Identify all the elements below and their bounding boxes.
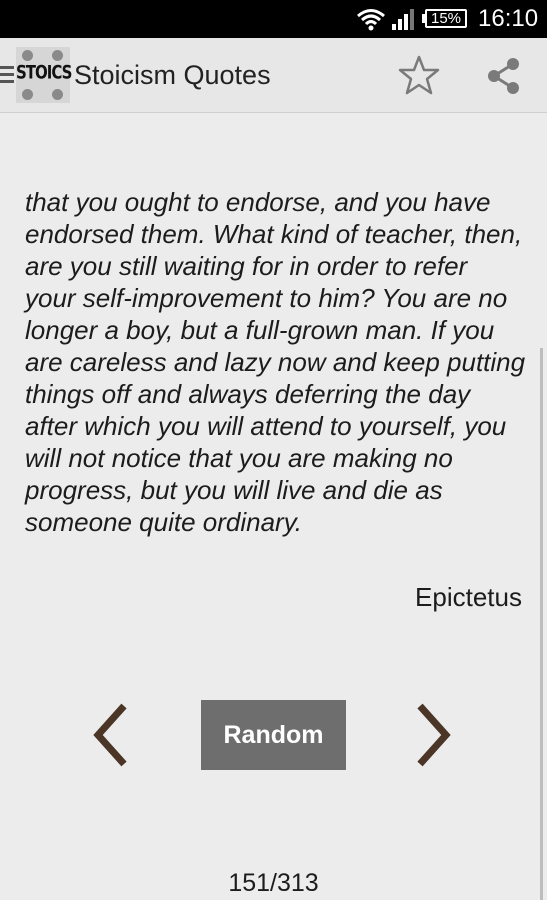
quote-text: that you ought to endorse, and you have … [25, 186, 530, 538]
quote-line: are you still waiting for in order to re… [25, 251, 468, 281]
logo-face [52, 50, 63, 61]
share-icon[interactable] [486, 57, 522, 95]
random-button[interactable]: Random [201, 700, 346, 770]
status-bar: 15% 16:10 [0, 0, 547, 38]
quote-line: are careless and lazy now and keep putti… [25, 347, 526, 377]
quote-line: your self-improvement to him? You are no [25, 283, 508, 313]
battery-icon: 15% [425, 9, 467, 28]
quote-line: after which you will attend to yourself,… [25, 411, 507, 441]
quote-line: longer a boy, but a full-grown man. If y… [25, 315, 495, 345]
quote-line: someone quite ordinary. [25, 507, 303, 537]
quote-line: things off and always deferring the day [25, 379, 471, 409]
star-icon[interactable] [398, 55, 440, 95]
logo-text: STOICS [16, 60, 72, 84]
quote-line: progress, but you will live and die as [25, 475, 443, 505]
status-clock: 16:10 [478, 5, 539, 32]
quote-counter: 151/313 [228, 869, 319, 897]
chevron-left-icon[interactable] [88, 700, 132, 770]
quote-author: Epictetus [415, 582, 522, 612]
app-logo[interactable]: STOICS [16, 47, 72, 103]
quote-line: endorsed them. What kind of teacher, the… [25, 219, 523, 249]
chevron-right-icon[interactable] [412, 700, 456, 770]
action-bar: STOICS Stoicism Quotes [0, 38, 547, 113]
logo-face [52, 89, 63, 100]
logo-face [22, 89, 33, 100]
quote-line: that you ought to endorse, and you have [25, 187, 491, 217]
app-title: Stoicism Quotes [74, 60, 271, 90]
wifi-icon [357, 9, 385, 31]
drawer-icon[interactable] [0, 66, 14, 84]
scrollbar[interactable] [540, 348, 543, 900]
quote-line: will not notice that you are making no [25, 443, 453, 473]
logo-face [22, 50, 33, 61]
signal-icon [392, 9, 414, 30]
